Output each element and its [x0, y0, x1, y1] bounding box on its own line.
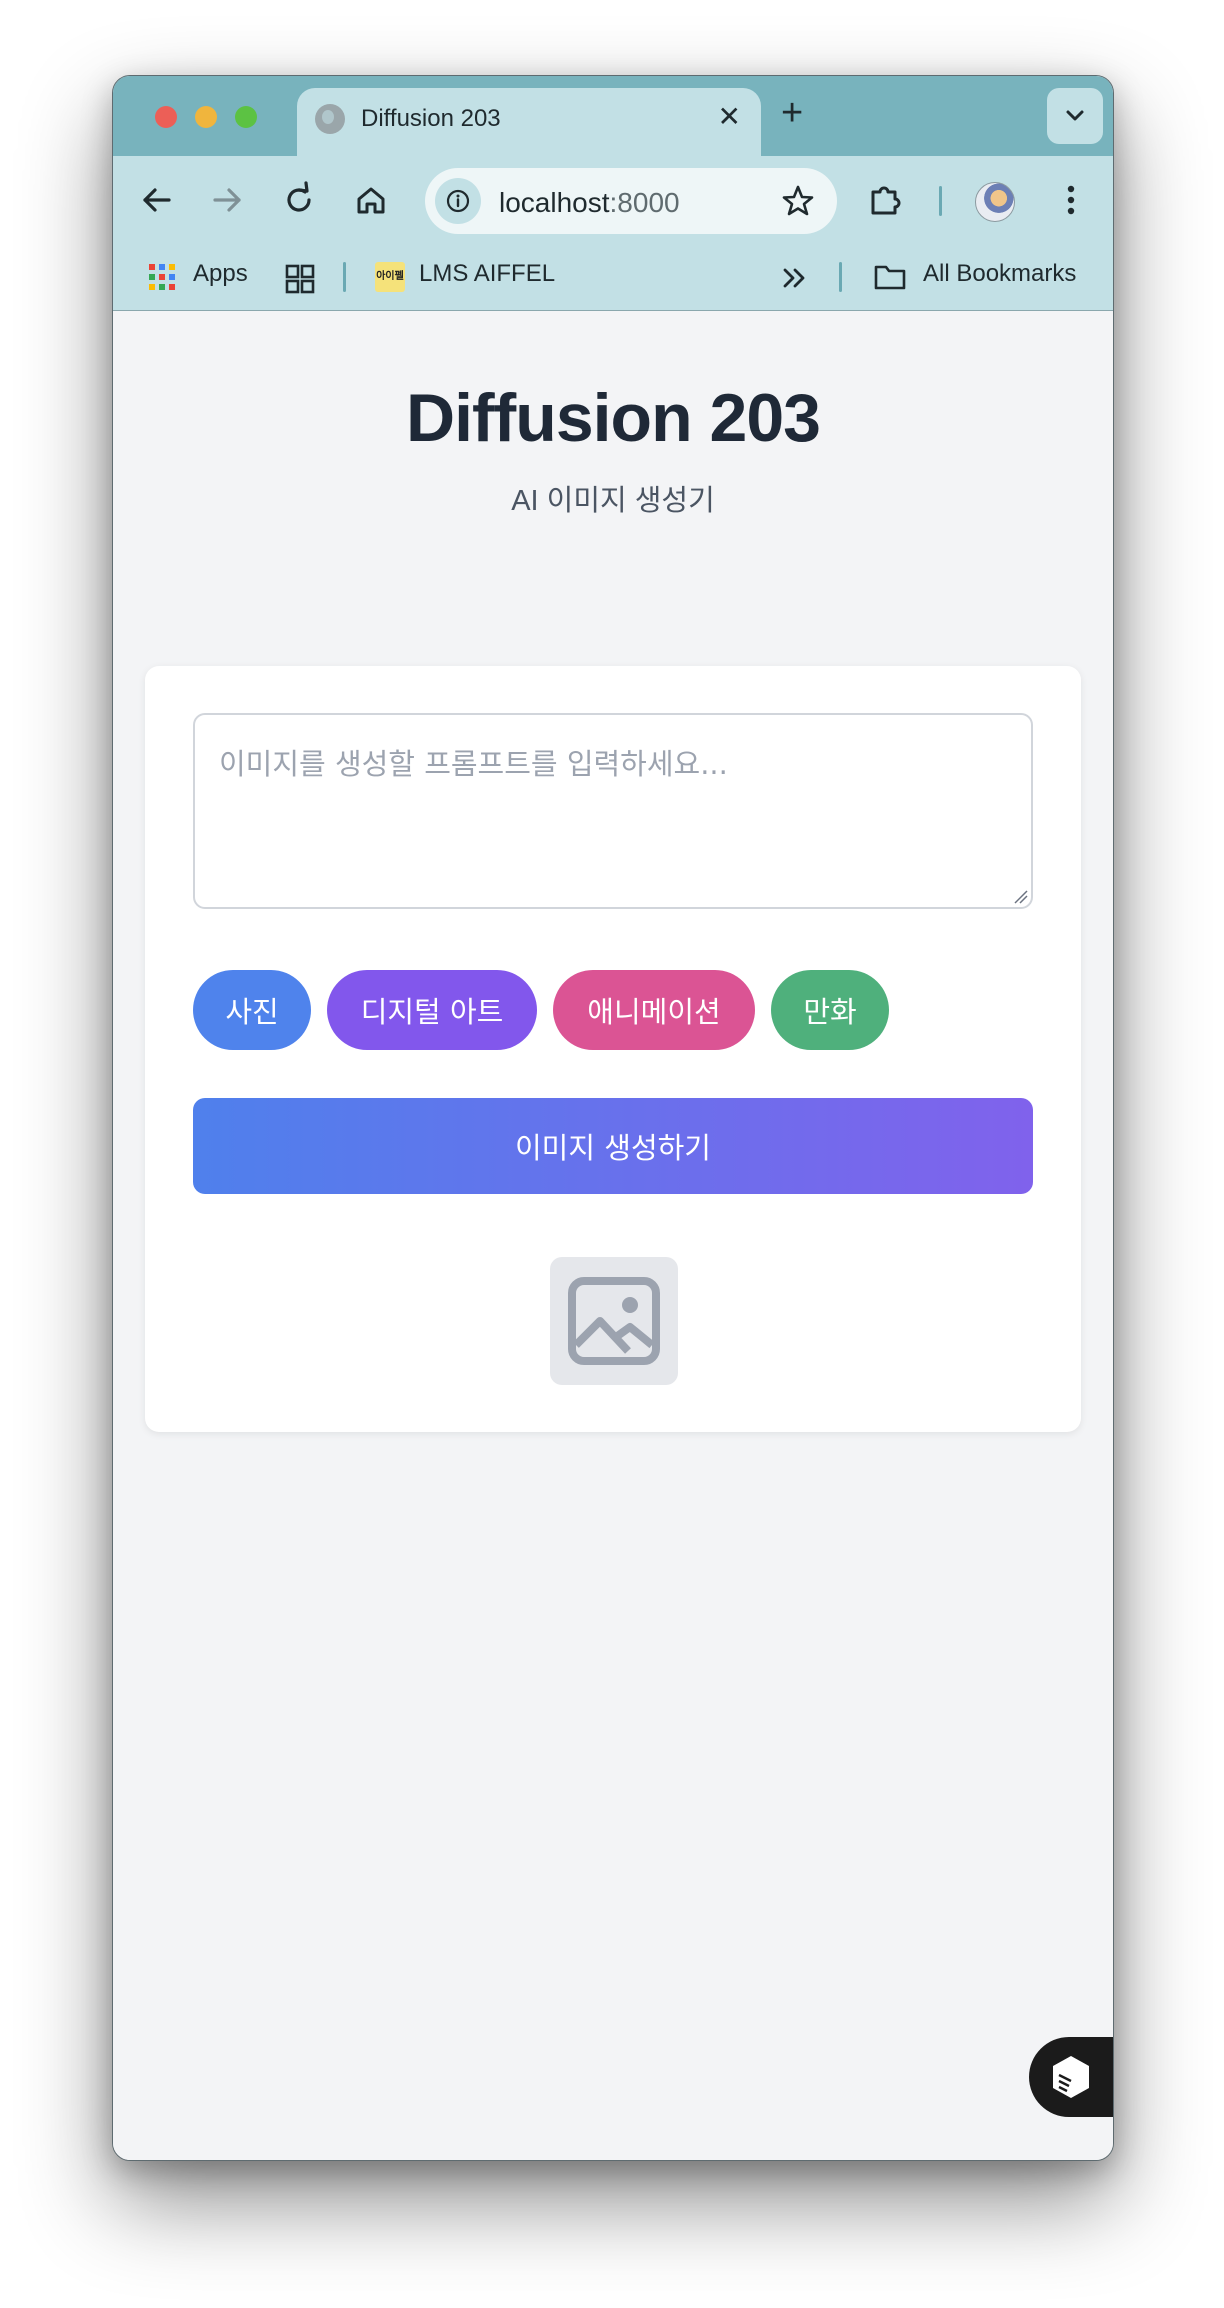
forward-arrow-icon[interactable] — [205, 178, 249, 222]
extensions-puzzle-icon[interactable] — [863, 178, 907, 222]
bookmark-divider-2 — [839, 262, 842, 292]
bookmark-divider — [343, 262, 346, 292]
page-subtitle: AI 이미지 생성기 — [511, 485, 715, 517]
style-button-digital-art[interactable]: 디지털 아트 — [327, 970, 537, 1050]
lms-favicon: 아이펠 — [375, 262, 405, 292]
apps-grid-icon[interactable] — [149, 264, 176, 291]
bookmarks-bar: Apps 아이펠 LMS AIFFEL All Bookmarks — [113, 244, 1113, 311]
url-port: :8000 — [609, 187, 680, 218]
close-tab-icon[interactable]: ✕ — [718, 100, 741, 133]
style-button-photo[interactable]: 사진 — [193, 970, 311, 1050]
back-arrow-icon[interactable] — [135, 178, 179, 222]
maximize-window-button[interactable] — [235, 106, 257, 128]
home-icon[interactable] — [349, 178, 393, 222]
floating-widget-button[interactable] — [1029, 2037, 1113, 2117]
hexagon-cube-icon — [1053, 2056, 1089, 2098]
style-button-cartoon[interactable]: 만화 — [771, 970, 889, 1050]
url-host: localhost — [499, 187, 610, 218]
site-info-button[interactable] — [435, 178, 481, 224]
bookmark-all-bookmarks[interactable]: All Bookmarks — [923, 260, 1076, 288]
bookmark-star-icon[interactable] — [781, 184, 815, 218]
toolbar-divider — [939, 186, 942, 216]
new-tab-icon[interactable]: + — [781, 94, 803, 132]
generate-image-button[interactable]: 이미지 생성하기 — [193, 1098, 1033, 1194]
page-content: Diffusion 203 AI 이미지 생성기 사진 디지털 아트 애니메이션… — [113, 311, 1113, 2160]
resize-grip-icon[interactable] — [1013, 889, 1029, 905]
minimize-window-button[interactable] — [195, 106, 217, 128]
style-button-animation[interactable]: 애니메이션 — [553, 970, 755, 1050]
prompt-input[interactable] — [193, 713, 1033, 909]
folder-icon — [874, 265, 906, 290]
browser-window: Diffusion 203 ✕ + localhost:8000 Apps 아이… — [112, 75, 1114, 2161]
chevron-down-icon — [1066, 110, 1084, 121]
image-icon — [568, 1277, 660, 1365]
tab-active[interactable]: Diffusion 203 ✕ — [297, 88, 761, 158]
page-title: Diffusion 203 — [406, 380, 821, 456]
close-window-button[interactable] — [155, 106, 177, 128]
bookmark-lms-aiffel[interactable]: LMS AIFFEL — [419, 260, 555, 288]
reload-icon[interactable] — [277, 178, 321, 222]
address-bar[interactable]: localhost:8000 — [425, 168, 837, 234]
tab-title: Diffusion 203 — [361, 105, 501, 132]
browser-toolbar: localhost:8000 — [113, 156, 1113, 244]
tab-search-button[interactable] — [1047, 88, 1103, 144]
url-text[interactable]: localhost:8000 — [499, 187, 680, 219]
globe-icon — [315, 104, 345, 134]
generator-card: 사진 디지털 아트 애니메이션 만화 이미지 생성하기 — [145, 666, 1081, 1432]
info-icon — [446, 189, 470, 213]
image-result-placeholder — [550, 1257, 678, 1385]
more-menu-icon[interactable] — [1049, 178, 1093, 222]
profile-avatar[interactable] — [975, 182, 1015, 222]
tab-strip: Diffusion 203 ✕ + — [113, 76, 1113, 158]
tab-groups-icon[interactable] — [285, 264, 315, 294]
bookmarks-overflow-icon[interactable] — [781, 266, 807, 290]
bookmark-apps[interactable]: Apps — [193, 260, 248, 288]
